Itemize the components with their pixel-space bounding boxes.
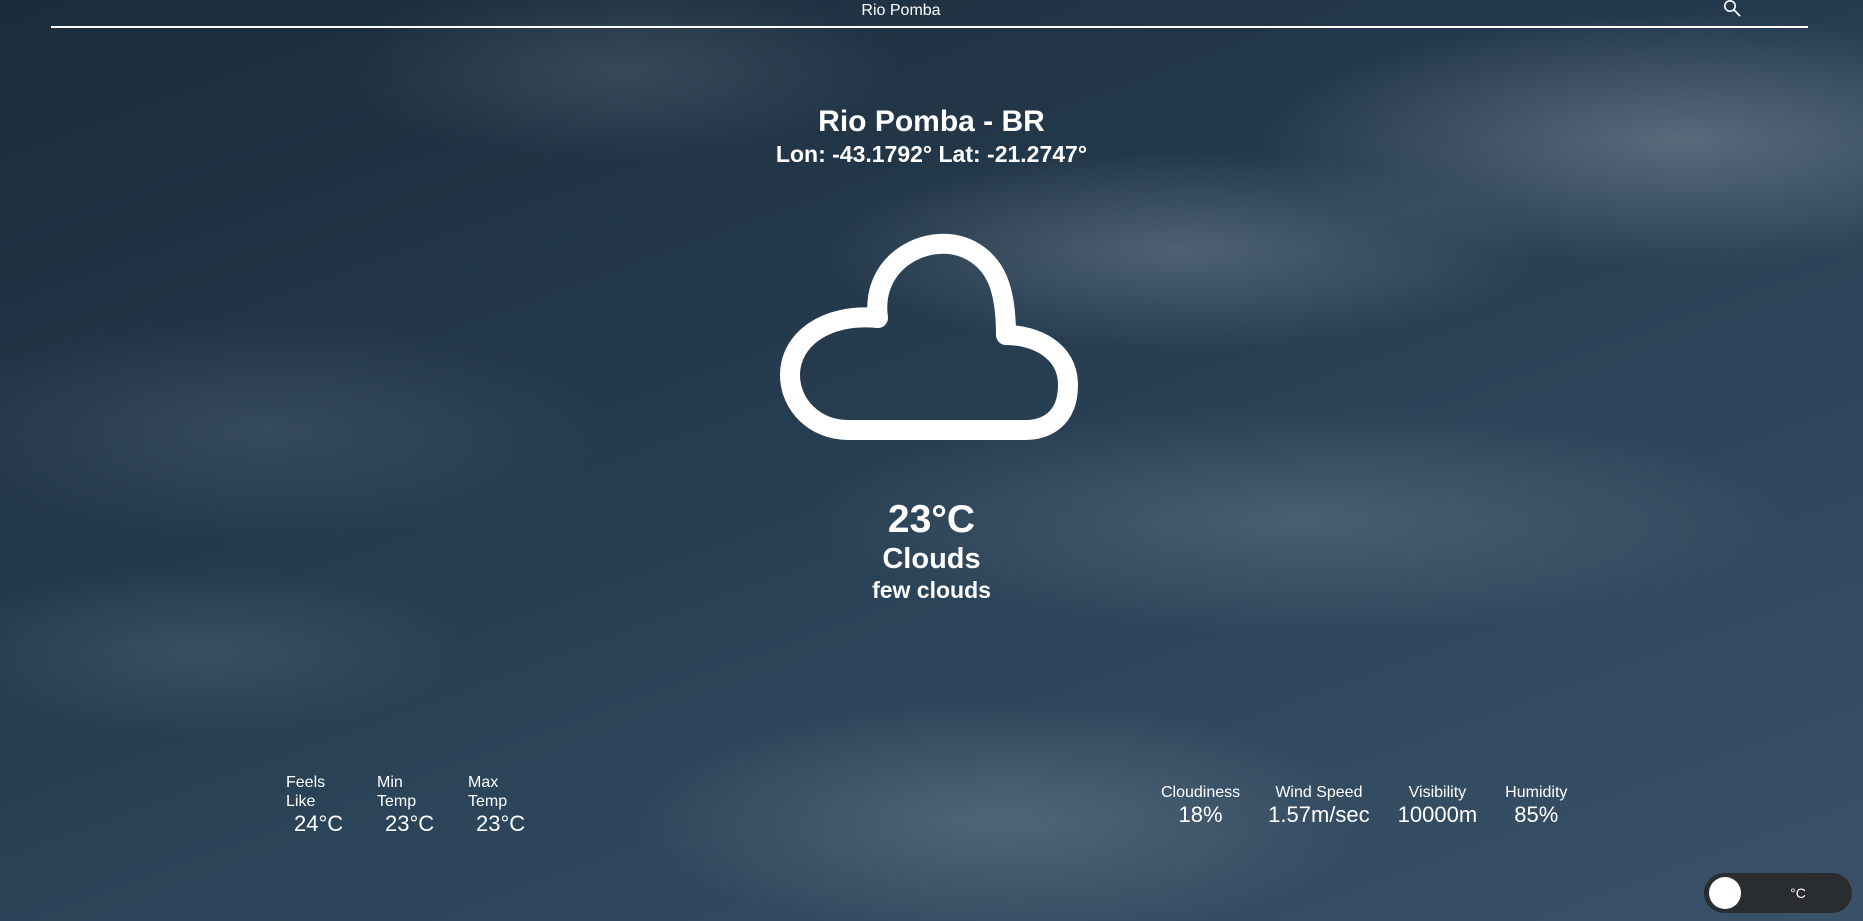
stat-cloudiness: Cloudiness 18% [1161,783,1240,828]
stat-value: 1.57m/sec [1268,802,1370,827]
stat-value: 23°C [476,811,526,836]
toggle-knob[interactable] [1709,877,1741,909]
search-bar [51,0,1808,28]
stat-visibility: Visibility 10000m [1398,783,1478,828]
stat-value: 85% [1514,802,1559,827]
weather-description: few clouds [872,577,991,603]
current-temperature: 23°C [887,498,976,541]
stat-max-temp: Max Temp 23°C [468,773,559,837]
weather-condition: Clouds [882,543,981,575]
search-button[interactable] [1720,0,1744,22]
stat-value: 18% [1178,802,1223,827]
stat-label: Visibility [1408,784,1467,801]
location-header: Rio Pomba - BR Lon: -43.1792° Lat: -21.2… [0,104,1863,168]
stat-label: Max Temp [468,774,508,810]
stat-label: Feels Like [286,774,326,810]
coordinates: Lon: -43.1792° Lat: -21.2747° [775,141,1088,167]
current-weather: 23°C Clouds few clouds [0,498,1863,604]
unit-label: °C [1790,885,1806,901]
stat-value: 24°C [294,811,344,836]
stat-label: Cloudiness [1161,784,1241,801]
stat-wind-speed: Wind Speed 1.57m/sec [1268,783,1370,828]
cloud-icon [780,225,1080,445]
stat-label: Min Temp [377,774,417,810]
stat-feels-like: Feels Like 24°C [286,773,377,837]
stat-value: 10000m [1397,802,1478,827]
unit-toggle[interactable]: °C [1704,873,1852,913]
search-input[interactable] [51,0,1751,22]
stat-label: Wind Speed [1275,784,1363,801]
atmosphere-stats: Cloudiness 18% Wind Speed 1.57m/sec Visi… [1161,783,1567,828]
search-icon [1723,0,1741,22]
stat-label: Humidity [1505,784,1568,801]
temperature-stats: Feels Like 24°C Min Temp 23°C Max Temp 2… [286,773,559,837]
stat-value: 23°C [385,811,435,836]
stat-humidity: Humidity 85% [1505,783,1567,828]
stat-min-temp: Min Temp 23°C [377,773,468,837]
city-title: Rio Pomba - BR [818,105,1045,138]
